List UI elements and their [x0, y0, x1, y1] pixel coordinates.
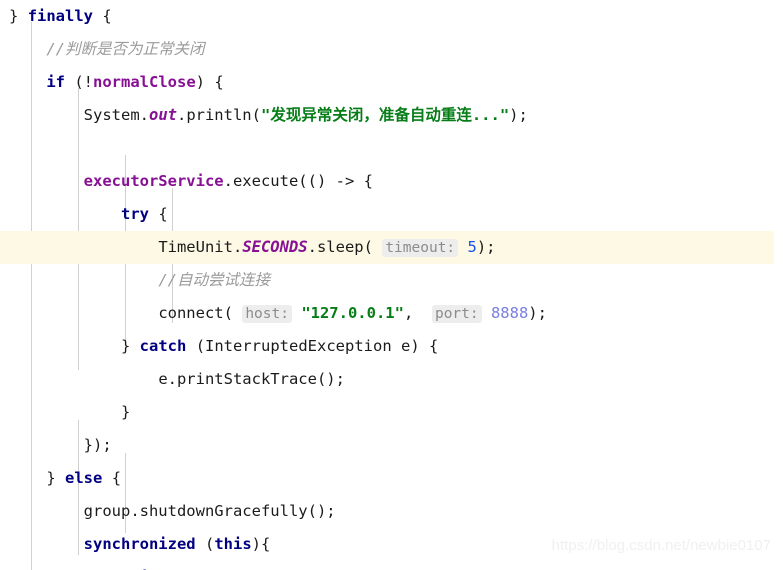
code-line[interactable]: if (!normalClose) {: [0, 66, 783, 99]
field-executorService: executorService: [83, 172, 224, 190]
comment-normal-close: //判断是否为正常关闭: [46, 40, 205, 58]
code-line[interactable]: connect( host: "127.0.0.1", port: 8888);: [0, 297, 783, 330]
code-line[interactable]: } finally {: [0, 0, 783, 33]
inlay-hint-timeout: timeout:: [382, 239, 459, 257]
code-line[interactable]: this.connected = false;: [0, 561, 783, 570]
static-field-SECONDS: SECONDS: [242, 238, 308, 256]
code-line-highlighted[interactable]: TimeUnit.SECONDS.sleep( timeout: 5);: [0, 231, 774, 264]
code-line[interactable]: group.shutdownGracefully();: [0, 495, 783, 528]
code-line[interactable]: //自动尝试连接: [0, 264, 783, 297]
code-line[interactable]: });: [0, 429, 783, 462]
code-line[interactable]: System.out.println("发现异常关闭，准备自动重连...");: [0, 99, 783, 132]
keyword-finally: finally: [27, 7, 94, 25]
string-host-value: "127.0.0.1": [301, 304, 404, 322]
code-line[interactable]: try {: [0, 198, 783, 231]
keyword-if: if: [46, 73, 65, 91]
keyword-else: else: [65, 469, 103, 487]
number-port-value: 8888: [490, 304, 529, 322]
code-line[interactable]: //判断是否为正常关闭: [0, 33, 783, 66]
code-line[interactable]: } else {: [0, 462, 783, 495]
comment-auto-reconnect: //自动尝试连接: [158, 271, 270, 289]
keyword-try: try: [120, 205, 149, 223]
keyword-this: this: [214, 535, 252, 553]
code-line[interactable]: }: [0, 396, 783, 429]
code-line[interactable]: executorService.execute(() -> {: [0, 165, 783, 198]
inlay-hint-host: host:: [242, 305, 292, 323]
number-sleep-seconds: 5: [467, 238, 477, 256]
keyword-synchronized: synchronized: [83, 535, 196, 553]
inlay-hint-port: port:: [431, 305, 482, 323]
code-editor-viewport[interactable]: } finally { //判断是否为正常关闭 if (!normalClose…: [0, 0, 783, 570]
field-normalClose: normalClose: [93, 73, 196, 91]
code-line[interactable]: } catch (InterruptedException e) {: [0, 330, 783, 363]
csdn-watermark: https://blog.csdn.net/newbie0107: [551, 537, 771, 554]
static-field-out: out: [148, 106, 177, 124]
code-line[interactable]: e.printStackTrace();: [0, 363, 783, 396]
keyword-catch: catch: [139, 337, 187, 355]
code-lines-container[interactable]: } finally { //判断是否为正常关闭 if (!normalClose…: [0, 0, 783, 570]
string-reconnect-message: "发现异常关闭，准备自动重连...": [260, 106, 510, 124]
